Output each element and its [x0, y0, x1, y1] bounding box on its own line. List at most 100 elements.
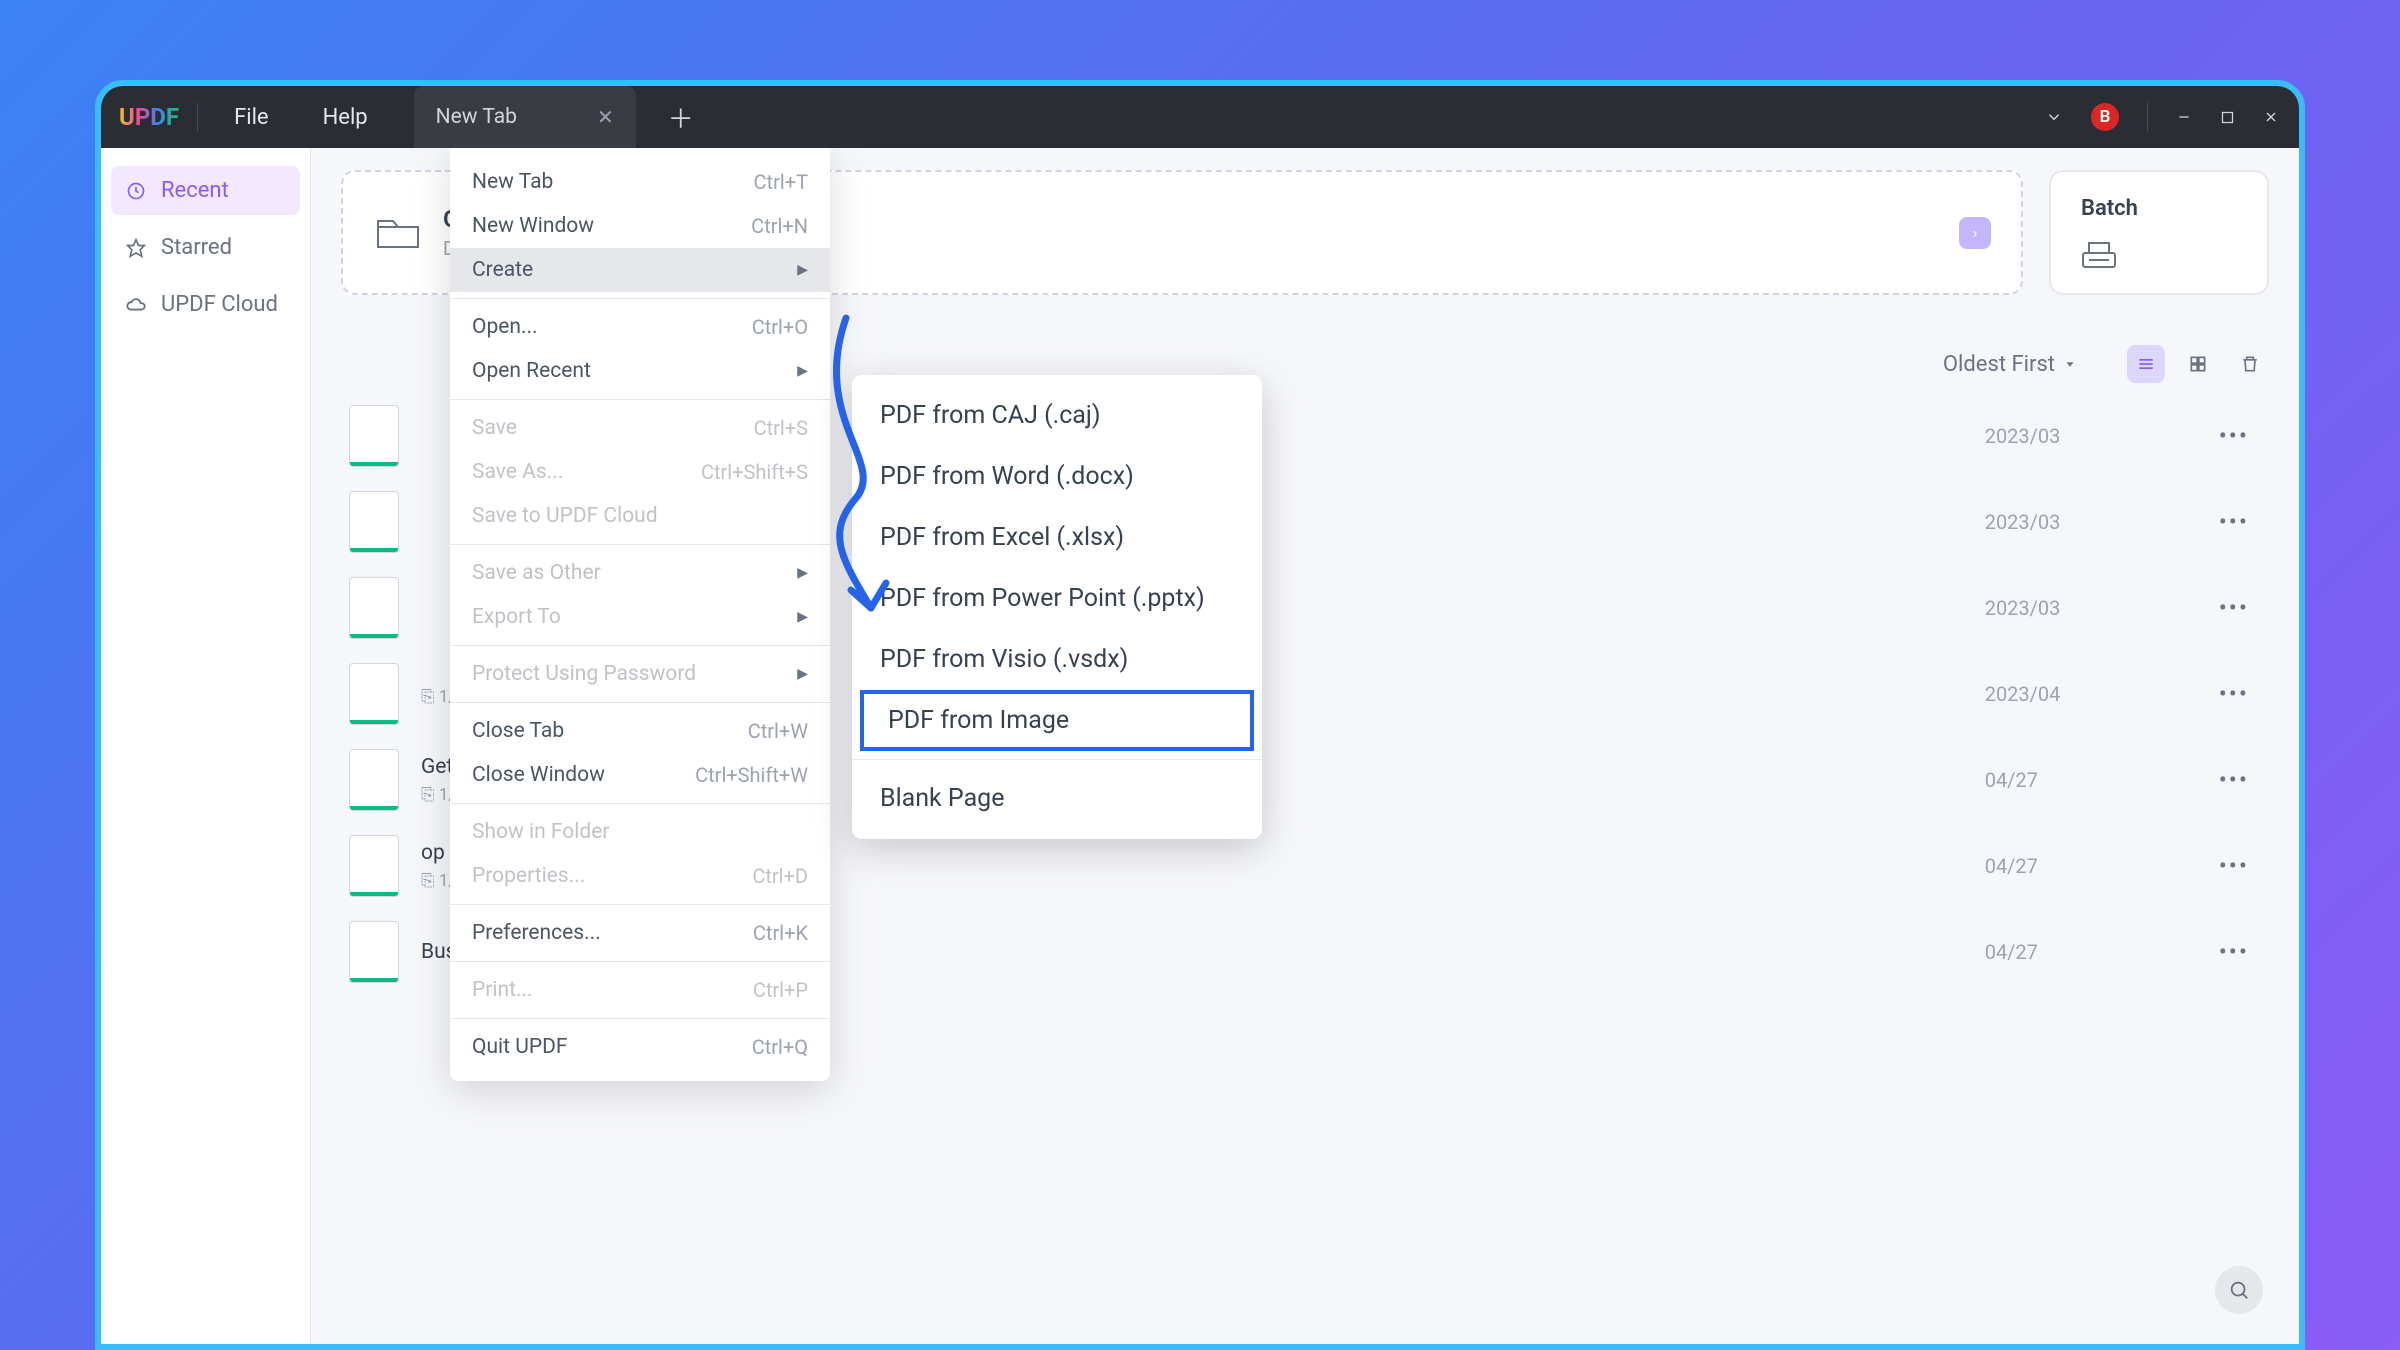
app-logo: UPDF: [119, 103, 179, 131]
chevron-down-icon[interactable]: [2045, 108, 2063, 126]
avatar[interactable]: B: [2091, 103, 2119, 131]
menu-item-label: Save: [472, 416, 517, 440]
create-submenu: PDF from CAJ (.caj)PDF from Word (.docx)…: [852, 375, 1262, 839]
menu-shortcut: Ctrl+O: [752, 315, 808, 339]
menu-item-label: Save As...: [472, 460, 563, 484]
tab-label: New Tab: [436, 105, 517, 129]
menu-item-label: Protect Using Password: [472, 662, 696, 686]
more-icon[interactable]: •••: [2207, 766, 2261, 794]
menu-item-preferences-[interactable]: Preferences...Ctrl+K: [450, 911, 830, 955]
chevron-right-icon: ▶: [797, 363, 808, 379]
file-date: 04/27: [1985, 940, 2185, 964]
file-dropdown-menu: New TabCtrl+TNew WindowCtrl+NCreate▶Open…: [450, 148, 830, 1081]
more-icon[interactable]: •••: [2207, 852, 2261, 880]
menu-shortcut: Ctrl+S: [754, 416, 808, 440]
submenu-item-pdf-from-excel-xlsx-[interactable]: PDF from Excel (.xlsx): [852, 507, 1262, 568]
menu-item-label: Quit UPDF: [472, 1035, 567, 1059]
menu-item-label: New Tab: [472, 170, 553, 194]
more-icon[interactable]: •••: [2207, 422, 2261, 450]
sidebar-item-recent[interactable]: Recent: [111, 166, 300, 215]
menu-item-label: Create: [472, 258, 533, 282]
submenu-item-pdf-from-power-point-pptx-[interactable]: PDF from Power Point (.pptx): [852, 568, 1262, 629]
menu-separator: [450, 298, 830, 299]
app-body: Recent Starred UPDF Cloud Open File Drag…: [101, 148, 2299, 1344]
menu-item-open-recent[interactable]: Open Recent▶: [450, 349, 830, 393]
tab-new[interactable]: New Tab ✕: [414, 86, 636, 148]
menu-item-properties-: Properties...Ctrl+D: [450, 854, 830, 898]
submenu-item-blank-page[interactable]: Blank Page: [852, 768, 1262, 829]
menu-shortcut: Ctrl+Shift+W: [695, 763, 808, 787]
submenu-item-pdf-from-visio-vsdx-[interactable]: PDF from Visio (.vsdx): [852, 629, 1262, 690]
submenu-item-pdf-from-image[interactable]: PDF from Image: [860, 690, 1254, 751]
menu-shortcut: Ctrl+P: [753, 978, 808, 1002]
minimize-icon[interactable]: [2176, 109, 2192, 125]
menu-shortcut: Ctrl+T: [754, 170, 808, 194]
add-tab-button[interactable]: ＋: [654, 99, 708, 136]
menu-item-save: Save Ctrl+S: [450, 406, 830, 450]
menu-shortcut: Ctrl+N: [751, 214, 808, 238]
menu-separator: [450, 544, 830, 545]
list-view-button[interactable]: [2127, 345, 2165, 383]
chevron-right-icon: ▶: [797, 565, 808, 581]
trash-button[interactable]: [2231, 345, 2269, 383]
menu-item-save-as-other: Save as Other▶: [450, 551, 830, 595]
menu-separator: [450, 803, 830, 804]
menu-item-new-tab[interactable]: New Tab Ctrl+T: [450, 160, 830, 204]
menu-separator: [450, 904, 830, 905]
chevron-right-icon: ▶: [797, 609, 808, 625]
menu-item-new-window[interactable]: New WindowCtrl+N: [450, 204, 830, 248]
main-content: Open File Drag and drop the file here to…: [311, 148, 2299, 1344]
file-date: 2023/04: [1985, 682, 2185, 706]
menu-item-export-to: Export To▶: [450, 595, 830, 639]
menu-item-close-tab[interactable]: Close TabCtrl+W: [450, 709, 830, 753]
close-window-icon[interactable]: [2263, 109, 2279, 125]
close-icon[interactable]: ✕: [597, 105, 614, 129]
sidebar-item-starred[interactable]: Starred: [111, 223, 300, 272]
menu-item-label: Show in Folder: [472, 820, 609, 844]
menu-item-show-in-folder: Show in Folder: [450, 810, 830, 854]
menu-item-quit-updf[interactable]: Quit UPDFCtrl+Q: [450, 1025, 830, 1069]
submenu-item-pdf-from-caj-caj-[interactable]: PDF from CAJ (.caj): [852, 385, 1262, 446]
menu-separator: [450, 961, 830, 962]
more-icon[interactable]: •••: [2207, 938, 2261, 966]
divider: [2147, 103, 2148, 131]
app-window: UPDF File Help New Tab ✕ ＋ B Recent Star…: [95, 80, 2305, 1350]
menu-separator: [450, 645, 830, 646]
cloud-icon: [125, 294, 147, 316]
grid-view-button[interactable]: [2179, 345, 2217, 383]
menu-item-create[interactable]: Create ▶: [450, 248, 830, 292]
arrow-right-icon: ›: [1959, 217, 1991, 249]
maximize-icon[interactable]: [2220, 110, 2235, 125]
menu-item-close-window[interactable]: Close WindowCtrl+Shift+W: [450, 753, 830, 797]
search-fab[interactable]: [2215, 1266, 2263, 1314]
more-icon[interactable]: •••: [2207, 594, 2261, 622]
file-date: 04/27: [1985, 768, 2185, 792]
menu-shortcut: Ctrl+W: [748, 719, 808, 743]
submenu-item-pdf-from-word-docx-[interactable]: PDF from Word (.docx): [852, 446, 1262, 507]
star-icon: [125, 237, 147, 259]
file-date: 04/27: [1985, 854, 2185, 878]
titlebar: UPDF File Help New Tab ✕ ＋ B: [101, 86, 2299, 148]
menu-item-label: Print...: [472, 978, 533, 1002]
menu-item-label: Properties...: [472, 864, 585, 888]
chevron-down-icon: [2063, 357, 2077, 371]
menu-item-label: Preferences...: [472, 921, 601, 945]
menu-separator: [852, 759, 1262, 760]
window-controls: B: [2045, 103, 2279, 131]
menu-item-open-[interactable]: Open...Ctrl+O: [450, 305, 830, 349]
sidebar-item-label: Recent: [161, 178, 229, 203]
sort-dropdown[interactable]: Oldest First: [1943, 352, 2077, 377]
menu-file[interactable]: File: [216, 99, 287, 136]
menu-help[interactable]: Help: [305, 99, 386, 136]
menu-item-save-as-: Save As...Ctrl+Shift+S: [450, 450, 830, 494]
batch-card[interactable]: Batch: [2049, 170, 2269, 295]
menu-item-label: Save to UPDF Cloud: [472, 504, 658, 528]
menu-item-protect-using-password: Protect Using Password▶: [450, 652, 830, 696]
more-icon[interactable]: •••: [2207, 680, 2261, 708]
more-icon[interactable]: •••: [2207, 508, 2261, 536]
chevron-right-icon: ▶: [797, 262, 808, 278]
sidebar-item-label: UPDF Cloud: [161, 292, 278, 317]
sidebar-item-cloud[interactable]: UPDF Cloud: [111, 280, 300, 329]
menu-separator: [450, 1018, 830, 1019]
folder-icon: [373, 213, 423, 253]
